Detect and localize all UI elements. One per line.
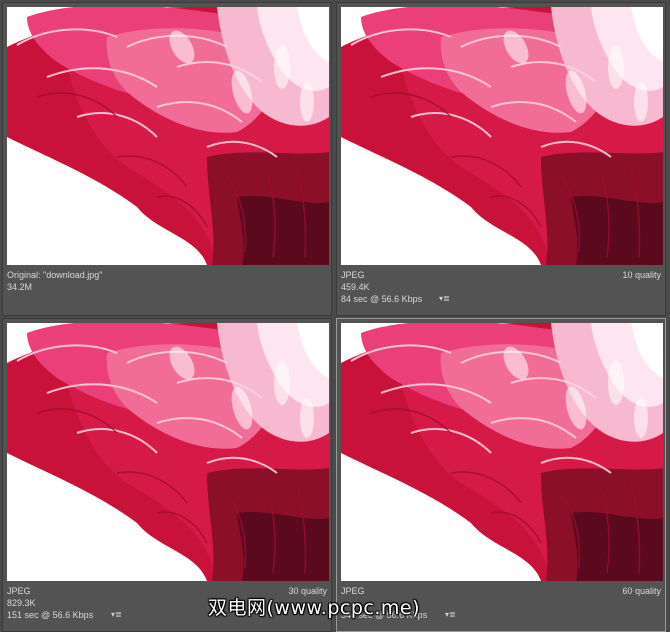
watermark: 双电网(www.pcpc.me) (208, 597, 420, 619)
file-label: Original: "download.jpg" (7, 270, 103, 280)
flower-image (7, 323, 329, 581)
file-size: 459.4K (341, 282, 370, 292)
flower-image (7, 7, 329, 265)
quality-label: 60 quality (622, 586, 661, 596)
pane-info: Original: "download.jpg" 34.2M (7, 269, 327, 313)
preview-image[interactable] (341, 323, 663, 581)
preview-image[interactable] (7, 323, 329, 581)
preview-pane-2[interactable]: JPEG 459.4K 84 sec @ 56.6 Kbps ▾≣ 10 qua… (336, 2, 666, 316)
download-time: 84 sec @ 56.6 Kbps (341, 294, 423, 304)
preview-pane-3[interactable]: JPEG 829.3K 151 sec @ 56.6 Kbps ▾≣ 30 qu… (2, 318, 332, 632)
flower-image (341, 7, 663, 265)
format-label: JPEG (7, 586, 31, 596)
preview-pane-4[interactable]: JPEG 340 sec @ 56.6 Kbps ▾≣ 60 quality (336, 318, 666, 632)
quality-label: 10 quality (622, 270, 661, 280)
preview-pane-original[interactable]: Original: "download.jpg" 34.2M (2, 2, 332, 316)
format-label: JPEG (341, 270, 365, 280)
preview-image[interactable] (7, 7, 329, 265)
file-size: 34.2M (7, 282, 33, 292)
optimize-menu-icon[interactable]: ▾≣ (111, 609, 127, 621)
pane-info: JPEG 459.4K 84 sec @ 56.6 Kbps ▾≣ 10 qua… (341, 269, 661, 313)
flower-image (341, 323, 663, 581)
download-time: 151 sec @ 56.6 Kbps (7, 610, 94, 620)
optimize-menu-icon[interactable]: ▾≣ (439, 293, 455, 305)
file-size: 829.3K (7, 598, 36, 608)
preview-image[interactable] (341, 7, 663, 265)
optimize-menu-icon[interactable]: ▾≣ (445, 609, 461, 621)
